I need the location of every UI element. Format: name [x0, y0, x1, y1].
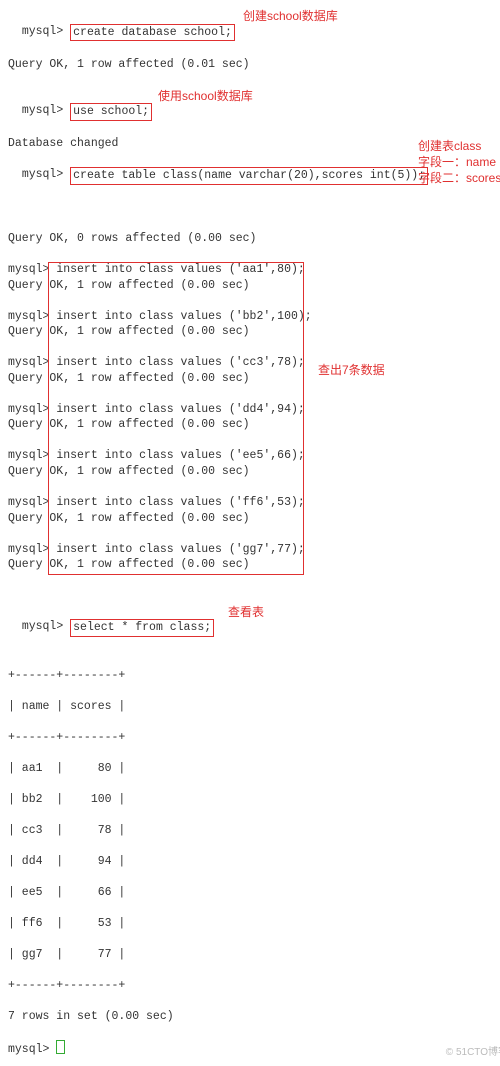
table-row: | ee5 | 66 |	[8, 885, 500, 901]
ann-field2: 字段二：scores	[418, 170, 500, 186]
cmd-insert: insert into class values ('gg7',77);	[56, 543, 304, 556]
inserts-block: 查出7条数据 mysql> insert into class values (…	[8, 262, 500, 572]
cmd-insert: insert into class values ('ff6',53);	[56, 496, 304, 509]
line-select: mysql> select * from class; 查看表	[8, 604, 500, 653]
prompt: mysql>	[22, 168, 63, 181]
cmd-create-db: create database school;	[70, 24, 235, 42]
ann-create-table: 创建表class	[418, 138, 481, 154]
cmd-insert: insert into class values ('cc3',78);	[56, 356, 304, 369]
ann-create-db: 创建school数据库	[243, 8, 338, 24]
table-row: | gg7 | 77 |	[8, 947, 500, 963]
cmd-insert: insert into class values ('aa1',80);	[56, 263, 304, 276]
resp-ok: Query OK, 0 rows affected (0.00 sec)	[8, 231, 500, 247]
table-row: | dd4 | 94 |	[8, 854, 500, 870]
table-header: | name | scores |	[8, 699, 500, 715]
ann-insert7: 查出7条数据	[318, 362, 385, 378]
watermark: © 51CTO博客	[446, 1046, 500, 1060]
cmd-insert: insert into class values ('ee5',66);	[56, 449, 304, 462]
line-use-db: mysql> use school; 使用school数据库	[8, 88, 500, 137]
line-create-db: mysql> create database school; 创建school数…	[8, 8, 500, 57]
table-row: | ff6 | 53 |	[8, 916, 500, 932]
cmd-select: select * from class;	[70, 619, 214, 637]
prompt: mysql>	[22, 620, 63, 633]
cmd-use-db: use school;	[70, 103, 152, 121]
table-row: | aa1 | 80 |	[8, 761, 500, 777]
ann-use-db: 使用school数据库	[158, 88, 253, 104]
table-row: | cc3 | 78 |	[8, 823, 500, 839]
resp-ok: Query OK, 1 row affected (0.01 sec)	[8, 57, 500, 73]
ann-view-table: 查看表	[228, 604, 264, 620]
ann-field1: 字段一：name	[418, 154, 496, 170]
prompt: mysql>	[22, 104, 63, 117]
table-footer: 7 rows in set (0.00 sec)	[8, 1009, 500, 1025]
table-row: | bb2 | 100 |	[8, 792, 500, 808]
cmd-insert: insert into class values ('dd4',94);	[56, 403, 304, 416]
cmd-create-table: create table class(name varchar(20),scor…	[70, 167, 428, 185]
line-create-table: mysql> create table class(name varchar(2…	[8, 152, 500, 232]
prompt-idle: mysql>	[8, 1040, 500, 1058]
cursor-icon	[56, 1040, 65, 1054]
cmd-insert: insert into class values ('bb2',100);	[56, 310, 311, 323]
prompt: mysql>	[22, 25, 63, 38]
result-table: +------+--------+ | name | scores | +---…	[8, 652, 500, 1009]
